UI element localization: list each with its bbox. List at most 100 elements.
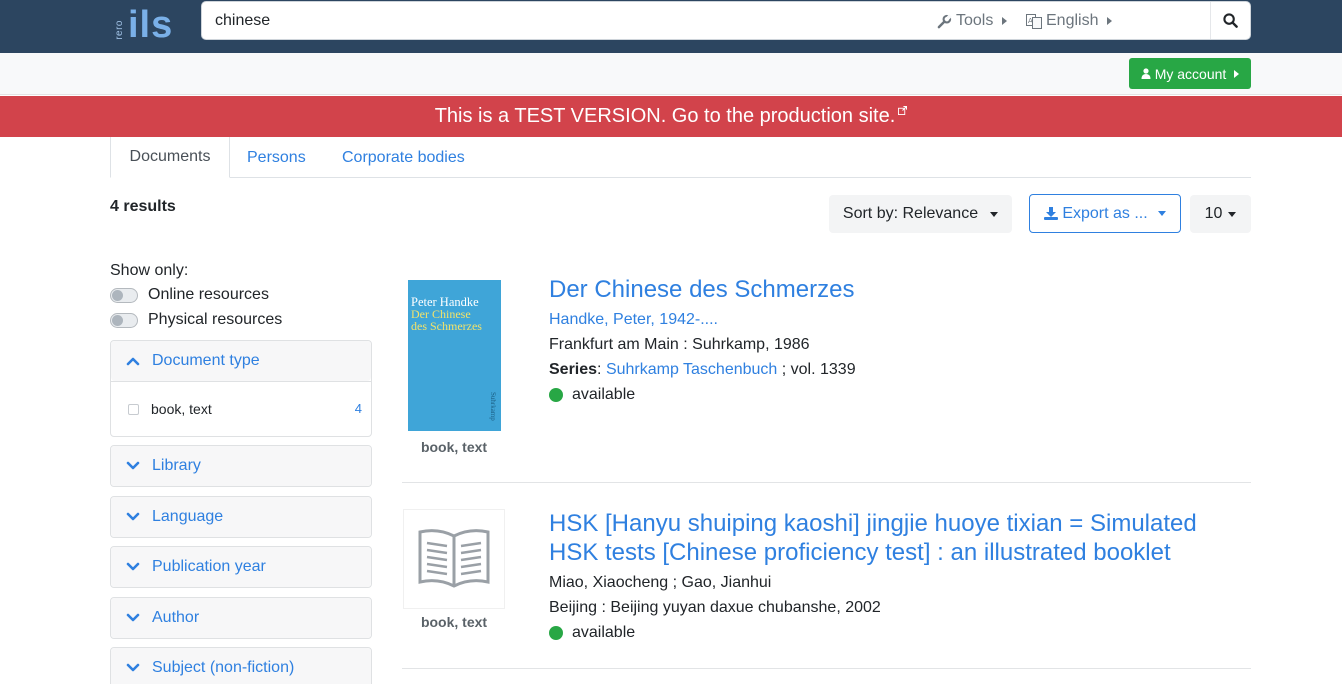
book-cover-thumbnail[interactable]: Peter Handke Der Chinese des Schmerzes S… — [408, 280, 501, 431]
banner-text: This is a TEST VERSION. Go to the produc… — [434, 105, 896, 127]
result-publication: Frankfurt am Main : Suhrkamp, 1986 — [549, 336, 810, 353]
facet-body: book, text 4 — [111, 381, 371, 436]
series-volume: ; vol. 1339 — [777, 361, 856, 378]
facet-header[interactable]: Author — [111, 598, 371, 638]
facet-header[interactable]: Publication year — [111, 547, 371, 587]
rero-ils-logo[interactable]: rero ils — [114, 0, 173, 44]
sort-dropdown[interactable]: Sort by: Relevance — [829, 195, 1012, 233]
facet-author: Author — [110, 597, 372, 639]
document-type-label: book, text — [420, 439, 488, 455]
facet-language: Language — [110, 496, 372, 538]
result-authors: Miao, Xiaocheng ; Gao, Jianhui — [549, 574, 772, 591]
open-book-icon — [418, 529, 490, 588]
tools-label: Tools — [956, 12, 994, 29]
search-button[interactable] — [1210, 2, 1250, 39]
tools-menu[interactable]: Tools — [937, 12, 1008, 30]
export-label: Export as ... — [1062, 204, 1148, 222]
cover-publisher: Suhrkamp — [489, 392, 497, 421]
show-only-label: Show only: — [110, 262, 189, 279]
facet-label: Subject (non-fiction) — [152, 659, 295, 676]
caret-right-icon — [1107, 17, 1113, 25]
user-icon — [1141, 68, 1151, 79]
sort-label: Sort by: Relevance — [842, 205, 979, 222]
account-label: My account — [1154, 65, 1227, 82]
facet-item-label: book, text — [151, 401, 212, 417]
tab-corporate-bodies[interactable]: Corporate bodies — [342, 137, 465, 178]
facet-subject: Subject (non-fiction) — [110, 647, 372, 684]
facet-publication-year: Publication year — [110, 546, 372, 588]
cover-text: Peter Handke Der Chinese des Schmerzes — [411, 296, 482, 332]
chevron-down-icon — [126, 562, 140, 572]
result-divider — [402, 668, 1251, 669]
checkbox[interactable] — [128, 403, 139, 415]
per-page-value: 10 — [1204, 205, 1223, 222]
availability-status: available — [549, 386, 635, 404]
availability-label: available — [572, 624, 636, 641]
series-link[interactable]: Suhrkamp Taschenbuch — [606, 361, 777, 378]
download-icon — [1044, 207, 1059, 220]
wrench-icon — [937, 13, 952, 28]
series-label: Series — [549, 361, 598, 378]
availability-label: available — [572, 386, 636, 403]
language-icon: A — [1026, 13, 1042, 29]
online-resources-toggle[interactable]: Online resources — [110, 286, 269, 304]
my-account-button[interactable]: My account — [1129, 58, 1251, 89]
facet-item-count: 4 — [354, 401, 362, 416]
chevron-up-icon — [126, 356, 140, 366]
physical-resources-toggle[interactable]: Physical resources — [110, 311, 282, 329]
caret-down-icon — [990, 211, 999, 217]
caret-right-icon — [1234, 69, 1240, 78]
toggle-switch[interactable] — [110, 312, 138, 328]
top-navbar: rero ils — [0, 0, 1342, 53]
logo-main-text: ils — [128, 4, 174, 46]
facet-header[interactable]: Subject (non-fiction) — [111, 648, 371, 684]
result-publication: Beijing : Beijing yuyan daxue chubanshe,… — [549, 599, 881, 616]
facet-header[interactable]: Library — [111, 446, 371, 486]
search-icon — [1223, 13, 1238, 28]
available-dot-icon — [549, 388, 563, 402]
caret-right-icon — [1002, 17, 1008, 25]
facet-document-type: Document type book, text 4 — [110, 340, 372, 437]
test-version-banner[interactable]: This is a TEST VERSION. Go to the produc… — [0, 96, 1342, 137]
result-title[interactable]: Der Chinese des Schmerzes — [549, 275, 854, 304]
chevron-down-icon — [126, 461, 140, 471]
facet-header[interactable]: Document type — [111, 341, 371, 381]
tab-documents[interactable]: Documents — [110, 137, 230, 178]
external-link-icon — [898, 105, 908, 118]
svg-text:A: A — [1028, 17, 1033, 25]
facet-library: Library — [110, 445, 372, 487]
result-author-link[interactable]: Handke, Peter, 1942-.... — [549, 311, 718, 329]
book-placeholder-thumbnail[interactable] — [403, 509, 505, 609]
facet-label: Library — [152, 457, 201, 474]
results-count: 4 results — [110, 198, 176, 215]
facet-label: Document type — [152, 352, 260, 369]
document-type-label: book, text — [420, 614, 488, 630]
export-dropdown[interactable]: Export as ... — [1029, 194, 1181, 233]
result-title-line: HSK [Hanyu shuiping kaoshi] jingjie huoy… — [549, 510, 1197, 537]
result-series: Series: Suhrkamp Taschenbuch ; vol. 1339 — [549, 361, 856, 378]
per-page-dropdown[interactable]: 10 — [1190, 195, 1251, 233]
facet-header[interactable]: Language — [111, 497, 371, 537]
result-divider — [402, 482, 1251, 483]
facet-label: Author — [152, 609, 200, 626]
language-menu[interactable]: A English — [1026, 12, 1113, 30]
facet-label: Language — [152, 508, 224, 525]
toggle-label: Online resources — [148, 286, 269, 303]
caret-down-icon — [1157, 211, 1166, 216]
language-label: English — [1046, 12, 1099, 29]
availability-status: available — [549, 624, 635, 642]
entity-tabs: Documents Persons Corporate bodies — [110, 137, 1251, 178]
toggle-label: Physical resources — [148, 311, 283, 328]
available-dot-icon — [549, 626, 563, 640]
caret-down-icon — [1228, 211, 1237, 217]
result-title[interactable]: HSK [Hanyu shuiping kaoshi] jingjie huoy… — [549, 509, 1197, 567]
toggle-switch[interactable] — [110, 287, 138, 303]
facet-item-book-text[interactable]: book, text — [128, 401, 212, 417]
logo-small-text: rero — [114, 20, 125, 40]
tab-persons[interactable]: Persons — [247, 137, 306, 178]
chevron-down-icon — [126, 512, 140, 522]
chevron-down-icon — [126, 613, 140, 623]
result-title-line: HSK tests [Chinese proficiency test] : a… — [549, 539, 1171, 566]
cover-title-line: des Schmerzes — [411, 319, 482, 333]
chevron-down-icon — [126, 663, 140, 673]
